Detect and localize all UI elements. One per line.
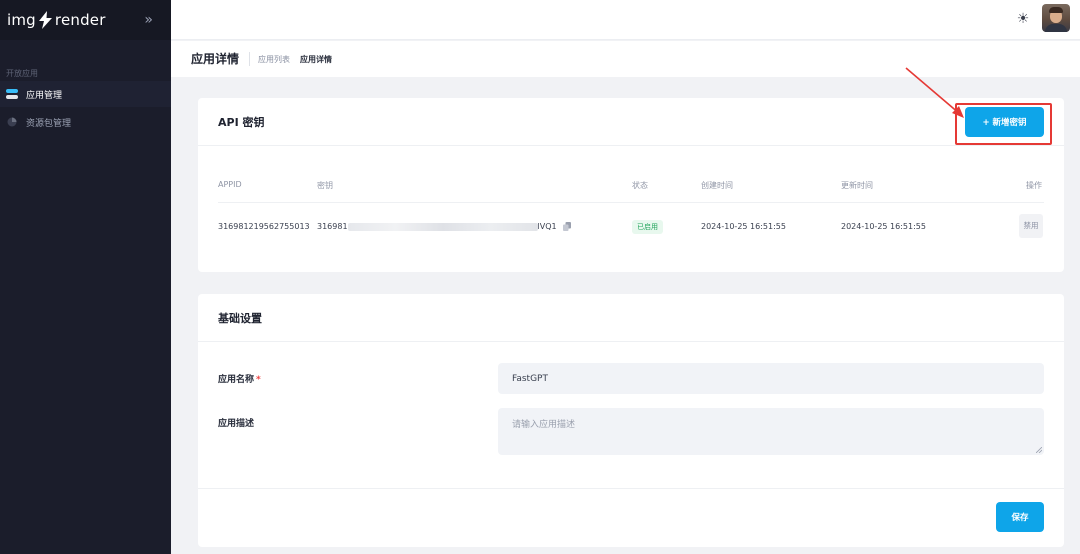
app-desc-label: 应用描述 bbox=[218, 419, 255, 429]
app-name-label: 应用名称 * bbox=[218, 372, 261, 385]
key-suffix: lVQ1 bbox=[537, 222, 557, 231]
basic-settings-title: 基础设置 bbox=[218, 311, 262, 325]
app-desc-placeholder: 请输入应用描述 bbox=[512, 420, 576, 430]
annotation-arrow bbox=[905, 67, 964, 118]
app-name-value: FastGPT bbox=[512, 373, 548, 384]
table-divider bbox=[218, 202, 1044, 203]
column-header-status: 状态 bbox=[632, 181, 648, 190]
column-header-appid: APPID bbox=[218, 180, 242, 189]
cell-key: 316981 lVQ1 bbox=[317, 222, 572, 231]
key-masked bbox=[347, 222, 538, 231]
sidebar-item-app-management[interactable]: 应用管理 bbox=[0, 81, 171, 107]
column-header-key: 密钥 bbox=[317, 181, 333, 190]
lightning-icon bbox=[38, 11, 52, 29]
column-header-action: 操作 bbox=[1026, 181, 1042, 190]
resource-pack-icon bbox=[6, 117, 18, 127]
app-desc-textarea[interactable]: 请输入应用描述 bbox=[498, 408, 1044, 455]
page-title: 应用详情 bbox=[191, 52, 251, 66]
collapse-sidebar-icon[interactable]: » bbox=[144, 12, 153, 28]
user-avatar[interactable] bbox=[1042, 4, 1070, 32]
copy-icon[interactable] bbox=[563, 222, 572, 231]
breadcrumb-app-list[interactable]: 应用列表 bbox=[258, 54, 290, 65]
key-prefix: 316981 bbox=[317, 222, 348, 231]
top-header: ☀ bbox=[171, 0, 1080, 40]
disable-button[interactable]: 禁用 bbox=[1019, 214, 1043, 238]
sidebar-item-label: 资源包管理 bbox=[26, 118, 72, 129]
sidebar-section-label: 开放应用 bbox=[6, 69, 38, 78]
app-name-input[interactable]: FastGPT bbox=[498, 363, 1044, 394]
avatar-body bbox=[1045, 24, 1067, 32]
brand-text-right: render bbox=[54, 11, 106, 29]
cell-created: 2024-10-25 16:51:55 bbox=[701, 222, 786, 231]
column-header-created: 创建时间 bbox=[701, 181, 733, 190]
cell-appid: 316981219562755013 bbox=[218, 222, 310, 231]
form-footer-divider bbox=[198, 488, 1064, 489]
avatar-hair bbox=[1049, 7, 1063, 13]
column-header-updated: 更新时间 bbox=[841, 181, 873, 190]
app-management-icon bbox=[6, 89, 18, 99]
brand-logo[interactable]: img render bbox=[7, 11, 106, 29]
basic-settings-header: 基础设置 bbox=[198, 294, 1064, 342]
api-key-card: API 密钥 + 新增密钥 APPID 密钥 状态 创建时间 更新时间 操作 3… bbox=[198, 98, 1064, 272]
brand-text-left: img bbox=[7, 11, 36, 29]
status-badge: 已启用 bbox=[632, 220, 663, 234]
basic-settings-card: 基础设置 应用名称 * FastGPT 应用描述 请输入应用描述 保存 bbox=[198, 294, 1064, 547]
cell-updated: 2024-10-25 16:51:55 bbox=[841, 222, 926, 231]
breadcrumb-current: 应用详情 bbox=[300, 54, 333, 64]
theme-toggle-sun-icon[interactable]: ☀ bbox=[1015, 11, 1031, 27]
api-key-title: API 密钥 bbox=[218, 115, 265, 129]
app-name-label-text: 应用名称 bbox=[218, 375, 255, 385]
sidebar: img render » 开放应用 应用管理 资源包管理 bbox=[0, 0, 171, 554]
logo-bar: img render » bbox=[0, 0, 171, 40]
required-asterisk: * bbox=[256, 375, 261, 385]
save-button[interactable]: 保存 bbox=[996, 502, 1044, 532]
sidebar-item-resource-packs[interactable]: 资源包管理 bbox=[0, 109, 171, 135]
resize-handle-icon[interactable] bbox=[1036, 447, 1042, 453]
sidebar-item-label: 应用管理 bbox=[26, 90, 63, 101]
